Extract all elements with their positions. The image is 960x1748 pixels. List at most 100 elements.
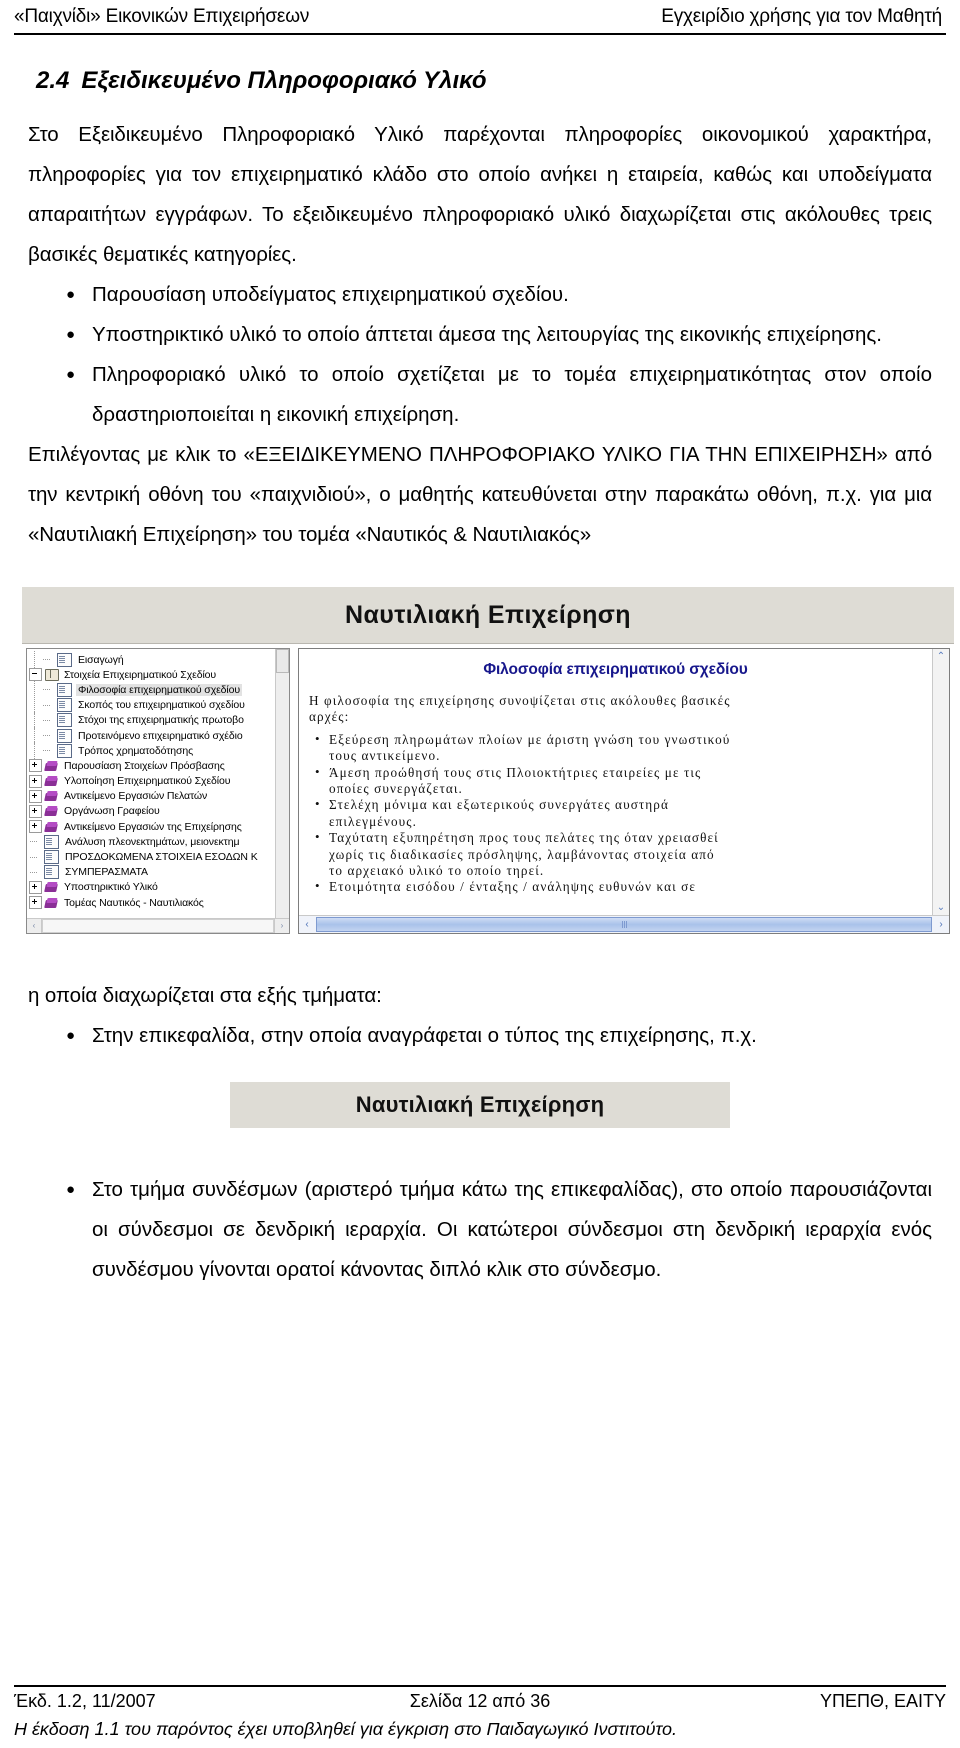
bullet-icon: • [315, 763, 321, 779]
footer-divider [14, 1685, 946, 1687]
content-scroll-row: Φιλοσοφία επιχειρηματικού σχεδίου Η φιλο… [299, 649, 949, 915]
tree-item[interactable]: Ανάλυση πλεονεκτημάτων, μειονεκτημ [29, 834, 275, 849]
tree-item-label: Εισαγωγή [78, 653, 124, 666]
embedded-banner-image: Ναυτιλιακή Επιχείρηση [230, 1082, 730, 1128]
document-icon [44, 865, 59, 880]
content-list-line: Άμεση προώθησή τους στις Πλοιοκτήτριες ε… [329, 764, 702, 780]
list-item: ● Στο τμήμα συνδέσμων (αριστερό τμήμα κάτ… [22, 1170, 932, 1290]
content-inner: Φιλοσοφία επιχειρηματικού σχεδίου Η φιλο… [299, 649, 932, 915]
tree-scroll-row: Εισαγωγή Στοιχεία Επιχειρηματικού Σχεδίο… [27, 649, 289, 918]
tree-item-label: Αντικείμενο Εργασιών Πελατών [64, 790, 208, 803]
document-icon [57, 713, 72, 728]
tree-vertical-scrollbar[interactable] [275, 649, 289, 918]
content-panel: Φιλοσοφία επιχειρηματικού σχεδίου Η φιλο… [298, 648, 950, 934]
tree-item[interactable]: Αντικείμενο Εργασιών Πελατών [29, 789, 275, 804]
content-horizontal-scrollbar[interactable]: ‹ › [299, 915, 949, 933]
tree-connector [29, 852, 40, 863]
collapse-expander-icon[interactable] [29, 668, 42, 682]
tree-item[interactable]: Υλοποίηση Επιχειρηματικού Σχεδίου [29, 774, 275, 789]
content-bullet-list: • Εξεύρεση πληρωμάτων πλοίων με άριστη γ… [309, 730, 922, 896]
list-item-label: Στο τμήμα συνδέσμων (αριστερό τμήμα κάτω… [92, 1178, 932, 1281]
tree-item[interactable]: Αντικείμενο Εργασιών της Επιχείρησης [29, 819, 275, 834]
scroll-left-arrow-icon[interactable]: ‹ [27, 919, 42, 933]
tree-connector [42, 715, 53, 726]
bullet-icon: • [315, 730, 321, 746]
book-icon [45, 822, 58, 833]
tree-item[interactable]: Υποστηρικτικό Υλικό [29, 880, 275, 895]
expand-expander-icon[interactable] [29, 880, 42, 894]
app-banner: Ναυτιλιακή Επιχείρηση [22, 587, 954, 644]
tree-item[interactable]: Σκοπός του επιχειρηματικού σχεδίου [29, 696, 275, 715]
scroll-left-arrow-icon[interactable]: ‹ [299, 917, 315, 932]
scroll-right-arrow-icon[interactable]: › [933, 917, 949, 932]
content-list-line: Ετοιμότητα εισόδου / ένταξης / ανάληψης … [329, 879, 696, 895]
content-title: Φιλοσοφία επιχειρηματικού σχεδίου [483, 661, 748, 678]
content-list-line: το αρχειακό υλικό το οποίο τηρεί. [329, 863, 545, 879]
tree-item[interactable]: Τομέας Ναυτικός - Ναυτιλιακός [29, 895, 275, 910]
tree-item[interactable]: Εισαγωγή [29, 651, 275, 670]
tree-connector [42, 684, 53, 695]
tree-list[interactable]: Εισαγωγή Στοιχεία Επιχειρηματικού Σχεδίο… [27, 649, 275, 918]
header-left-text: «Παιχνίδι» Εικονικών Επιχειρήσεων [14, 6, 310, 27]
footer-page-number: Σελίδα 12 από 36 [409, 1691, 551, 1711]
scroll-down-arrow-icon[interactable]: ⌄ [933, 900, 949, 915]
tree-item[interactable]: Τρόπος χρηματοδότησης [29, 742, 275, 761]
tree-item[interactable]: Στόχοι της επιχειρηματικής πρωτοβο [29, 711, 275, 730]
tree-item[interactable]: ΠΡΟΣΔΟΚΩΜΕΝΑ ΣΤΟΙΧΕΙΑ ΕΣΟΔΩΝ Κ [29, 849, 275, 865]
tree-item[interactable]: ΣΥΜΠΕΡΑΣΜΑΤΑ [29, 865, 275, 880]
bullet-icon: • [315, 878, 321, 894]
open-book-icon [45, 668, 59, 682]
section-number: 2.4 [36, 67, 70, 94]
scrollbar-thumb[interactable] [316, 917, 932, 932]
document-icon [57, 743, 72, 758]
banner-image-title: Ναυτιλιακή Επιχείρηση [355, 1092, 605, 1117]
scroll-right-arrow-icon[interactable]: › [274, 919, 289, 933]
content-list-item: • Ταχύτατη εξυπηρέτηση προς τους πελάτες… [309, 829, 922, 879]
content-vertical-scrollbar[interactable]: ⌃ ⌄ [932, 649, 949, 915]
app-banner-title: Ναυτιλιακή Επιχείρηση [345, 600, 631, 629]
bullet-icon: ● [66, 326, 76, 343]
book-icon [45, 776, 58, 787]
tree-item-label: Οργάνωση Γραφείου [64, 805, 160, 818]
tree-indent-guide [29, 651, 42, 670]
tree-item-label: Υλοποίηση Επιχειρηματικού Σχεδίου [64, 775, 231, 788]
book-icon [45, 761, 58, 772]
tree-item-label: Τομέας Ναυτικός - Ναυτιλιακός [64, 896, 204, 909]
scroll-up-arrow-icon[interactable]: ⌃ [933, 649, 949, 664]
tree-item[interactable]: Οργάνωση Γραφείου [29, 804, 275, 819]
tree-item[interactable]: Προτεινόμενο επιχειρηματικό σχέδιο [29, 727, 275, 746]
expand-expander-icon[interactable] [29, 789, 42, 803]
footer-edition: Έκδ. 1.2, 11/2007 [14, 1691, 156, 1711]
scrollbar-thumb[interactable] [42, 919, 274, 933]
tree-item[interactable]: Παρουσίαση Στοιχείων Πρόσβασης [29, 758, 275, 773]
embedded-app-screenshot: Ναυτιλιακή Επιχείρηση Εισαγωγή Στοιχεία … [22, 587, 954, 934]
bullet-icon: • [315, 796, 321, 812]
tree-connector [29, 836, 40, 847]
tree-item-label: Προτεινόμενο επιχειρηματικό σχέδιο [78, 729, 243, 742]
tree-item-label: Σκοπός του επιχειρηματικού σχεδίου [78, 699, 245, 712]
footer-organization: ΥΠΕΠΘ, ΕΑΙΤΥ [819, 1691, 946, 1711]
content-intro-line: αρχές: [309, 709, 350, 725]
expand-expander-icon[interactable] [29, 759, 42, 773]
scrollbar-thumb[interactable] [276, 649, 289, 673]
expand-expander-icon[interactable] [29, 820, 42, 834]
intro-paragraph: Στο Εξειδικευμένο Πληροφοριακό Υλικό παρ… [28, 123, 932, 266]
header-right-text: Εγχειρίδιο χρήσης για τον Μαθητή [661, 6, 942, 27]
after-screenshot-paragraph: η οποία διαχωρίζεται στα εξής τμήματα: [28, 984, 382, 1007]
expand-expander-icon[interactable] [29, 896, 42, 910]
scrollbar-track[interactable] [276, 673, 289, 918]
expand-expander-icon[interactable] [29, 804, 42, 818]
expand-expander-icon[interactable] [29, 774, 42, 788]
running-header: «Παιχνίδι» Εικονικών Επιχειρήσεων Εγχειρ… [14, 0, 946, 28]
content-list-item: • Στελέχη μόνιμα και εξωτερικούς συνεργά… [309, 796, 922, 830]
tree-horizontal-scrollbar[interactable]: ‹ › [27, 918, 289, 933]
tree-connector [42, 654, 53, 665]
footer-inner: Έκδ. 1.2, 11/2007 Σελίδα 12 από 36 ΥΠΕΠΘ… [14, 1691, 946, 1740]
tree-item-selected[interactable]: Φιλοσοφία επιχειρηματικού σχεδίου [29, 681, 275, 700]
list-item-label: Πληροφοριακό υλικό το οποίο σχετίζεται μ… [92, 363, 932, 426]
tree-panel[interactable]: Εισαγωγή Στοιχεία Επιχειρηματικού Σχεδίο… [26, 648, 290, 934]
page-content: 2.4 Εξειδικευμένο Πληροφοριακό Υλικό Στο … [14, 67, 954, 1290]
tree-item[interactable]: Στοιχεία Επιχειρηματικού Σχεδίου [29, 667, 275, 682]
